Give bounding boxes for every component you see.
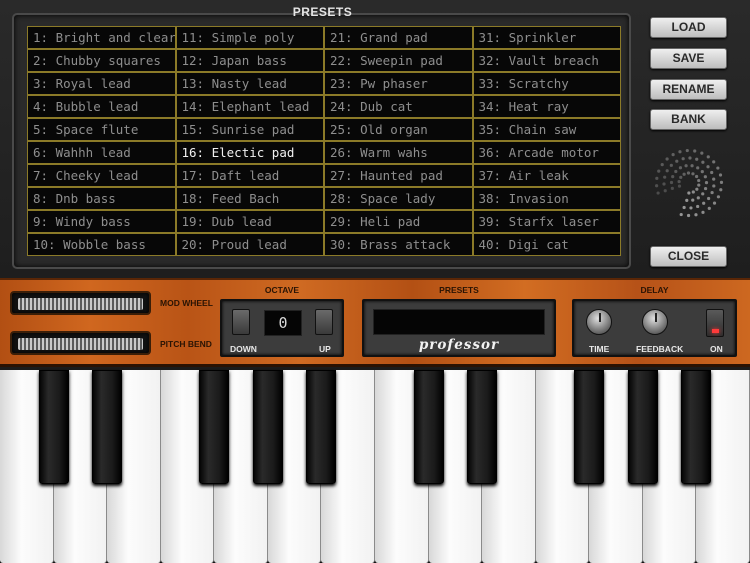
brand-logo: professor <box>418 337 500 353</box>
black-key[interactable] <box>306 370 337 484</box>
preset-cell[interactable]: 28: Space lady <box>324 187 473 210</box>
black-key[interactable] <box>681 370 712 484</box>
save-button[interactable]: SAVE <box>650 48 727 69</box>
preset-browser: PRESETS 1: Bright and clear 2: Chubby squ… <box>0 0 750 278</box>
preset-cell[interactable]: 40: Digi cat <box>472 233 621 256</box>
delay-led-icon <box>712 329 719 333</box>
black-key[interactable] <box>413 370 444 484</box>
preset-cell[interactable]: 37: Air leak <box>472 164 621 187</box>
preset-cell[interactable]: 36: Arcade motor <box>472 141 621 164</box>
rename-button[interactable]: RENAME <box>650 79 727 100</box>
black-key[interactable] <box>38 370 69 484</box>
preset-cell[interactable]: 24: Dub cat <box>324 95 473 118</box>
delay-on-switch[interactable] <box>706 309 724 337</box>
delay-time-knob[interactable] <box>586 309 612 335</box>
panel-title: PRESETS <box>292 5 353 19</box>
pitch-bend-label: PITCH BEND <box>160 339 212 349</box>
preset-cell[interactable]: 20: Proud lead <box>175 233 324 256</box>
preset-cell[interactable]: 18: Feed Bach <box>175 187 324 210</box>
preset-cell[interactable]: 6: Wahhh lead <box>27 141 176 164</box>
loading-spinner-icon <box>655 148 724 218</box>
preset-cell[interactable]: 3: Royal lead <box>27 72 176 95</box>
preset-cell[interactable]: 9: Windy bass <box>27 210 176 233</box>
preset-cell[interactable]: 29: Heli pad <box>324 210 473 233</box>
preset-cell[interactable]: 17: Daft lead <box>175 164 324 187</box>
preset-cell[interactable]: 27: Haunted pad <box>324 164 473 187</box>
preset-display-screen[interactable] <box>373 309 545 335</box>
preset-cell[interactable]: 15: Sunrise pad <box>175 118 324 141</box>
preset-cell[interactable]: 30: Brass attack <box>324 233 473 256</box>
piano-keyboard <box>0 370 750 563</box>
octave-up-button[interactable] <box>315 309 333 335</box>
preset-cell[interactable]: 25: Old organ <box>324 118 473 141</box>
preset-cell[interactable]: 34: Heat ray <box>472 95 621 118</box>
preset-cell[interactable]: 31: Sprinkler <box>472 26 621 49</box>
preset-cell[interactable]: 38: Invasion <box>472 187 621 210</box>
bank-button[interactable]: BANK <box>650 109 727 130</box>
load-button[interactable]: LOAD <box>650 17 727 38</box>
preset-cell[interactable]: 35: Chain saw <box>472 118 621 141</box>
delay-on-label: ON <box>710 344 723 354</box>
delay-feedback-knob[interactable] <box>642 309 668 335</box>
preset-cell[interactable]: 12: Japan bass <box>175 49 324 72</box>
preset-cell[interactable]: 1: Bright and clear <box>27 26 176 49</box>
preset-cell[interactable]: 32: Vault breach <box>472 49 621 72</box>
pitch-bend-wheel[interactable] <box>10 331 151 355</box>
preset-cell[interactable]: 22: Sweepin pad <box>324 49 473 72</box>
preset-cell[interactable]: 7: Cheeky lead <box>27 164 176 187</box>
presets-display-title: PRESETS <box>439 285 479 295</box>
delay-time-label: TIME <box>589 344 610 354</box>
preset-cell[interactable]: 26: Warm wahs <box>324 141 473 164</box>
black-key[interactable] <box>467 370 498 484</box>
preset-cell[interactable]: 14: Elephant lead <box>175 95 324 118</box>
delay-feedback-label: FEEDBACK <box>636 344 684 354</box>
black-key[interactable] <box>199 370 230 484</box>
preset-cell[interactable]: 16: Electic pad <box>175 141 324 164</box>
close-button[interactable]: CLOSE <box>650 246 727 267</box>
preset-cell[interactable]: 4: Bubble lead <box>27 95 176 118</box>
mod-wheel[interactable] <box>10 291 151 315</box>
preset-cell[interactable]: 19: Dub lead <box>175 210 324 233</box>
preset-cell[interactable]: 39: Starfx laser <box>472 210 621 233</box>
preset-cell[interactable]: 33: Scratchy <box>472 72 621 95</box>
octave-display: 0 <box>264 310 302 336</box>
octave-down-label: DOWN <box>230 344 257 354</box>
delay-title: DELAY <box>640 285 669 295</box>
black-key[interactable] <box>627 370 658 484</box>
black-key[interactable] <box>574 370 605 484</box>
black-key[interactable] <box>92 370 123 484</box>
preset-cell[interactable]: 11: Simple poly <box>175 26 324 49</box>
mod-wheel-label: MOD WHEEL <box>160 298 213 308</box>
preset-cell[interactable]: 8: Dnb bass <box>27 187 176 210</box>
black-key[interactable] <box>252 370 283 484</box>
preset-cell[interactable]: 21: Grand pad <box>324 26 473 49</box>
octave-title: OCTAVE <box>264 285 300 295</box>
octave-up-label: UP <box>319 344 331 354</box>
preset-cell[interactable]: 23: Pw phaser <box>324 72 473 95</box>
preset-cell[interactable]: 2: Chubby squares <box>27 49 176 72</box>
preset-cell[interactable]: 10: Wobble bass <box>27 233 176 256</box>
preset-cell[interactable]: 13: Nasty lead <box>175 72 324 95</box>
preset-cell[interactable]: 5: Space flute <box>27 118 176 141</box>
octave-down-button[interactable] <box>232 309 250 335</box>
preset-grid: 1: Bright and clear 2: Chubby squares 3: R… <box>27 26 621 256</box>
